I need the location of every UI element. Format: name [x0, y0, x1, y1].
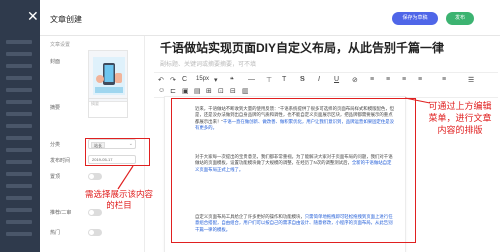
cover-image-upload[interactable] — [88, 50, 128, 102]
quote-icon[interactable]: ❝ — [230, 76, 234, 84]
image-icon[interactable]: ▣ — [182, 87, 189, 95]
divider-icon[interactable]: — — [248, 76, 255, 83]
sidebar-item[interactable] — [6, 136, 32, 140]
underline-icon[interactable]: U — [334, 76, 339, 83]
list-icon[interactable]: ☰ — [468, 76, 474, 84]
category-annotation-box — [85, 138, 150, 166]
publish-button[interactable]: 发布 — [446, 12, 474, 25]
heading-icon[interactable]: ⊤ — [266, 76, 272, 84]
top-toggle[interactable] — [88, 173, 102, 180]
sidebar-item[interactable] — [6, 112, 32, 116]
sidebar-item[interactable] — [6, 220, 32, 224]
sidebar-item[interactable] — [6, 88, 32, 92]
emoji-icon[interactable]: ☺ — [158, 87, 165, 94]
publish-time-label: 发布时间 — [50, 158, 71, 164]
modal-title: 文章创建 — [50, 15, 82, 24]
hot-label: 热门 — [50, 230, 61, 236]
color-icon[interactable]: ⊘ — [352, 76, 358, 84]
table-icon[interactable]: ⊞ — [206, 87, 212, 95]
align-justify-icon[interactable]: ≡ — [418, 76, 422, 83]
source-icon[interactable]: ▥ — [242, 87, 249, 95]
sidebar-item[interactable] — [6, 172, 32, 176]
sidebar-item[interactable] — [6, 148, 32, 152]
sidebar-item[interactable] — [6, 100, 32, 104]
admin-sidebar — [0, 0, 40, 252]
editor-annotation-box — [171, 98, 416, 243]
font-size-chevron-icon[interactable]: ▾ — [214, 76, 218, 84]
sidebar-item[interactable] — [6, 40, 32, 44]
redo-icon[interactable]: ↷ — [170, 76, 176, 84]
indent-icon[interactable]: ≡ — [442, 76, 446, 83]
cover-label: 封面 — [50, 59, 61, 65]
sidebar-item[interactable] — [6, 208, 32, 212]
article-subtitle-input[interactable]: 副标题、关键词或摘要摘要，可不填 — [160, 59, 256, 68]
top-label: 置顶 — [50, 174, 61, 180]
undo-icon[interactable]: ↶ — [158, 76, 164, 84]
category-label: 分类 — [50, 142, 61, 148]
close-icon[interactable]: ✕ — [27, 9, 39, 23]
align-left-icon[interactable]: ≡ — [370, 76, 374, 83]
sidebar-item[interactable] — [6, 124, 32, 128]
clear-format-icon[interactable]: C — [182, 76, 187, 83]
italic-icon[interactable]: I — [318, 76, 320, 83]
category-annotation-note: 需选择展示该内容的栏目 — [84, 190, 153, 211]
fullscreen-icon[interactable]: ⊟ — [230, 87, 236, 95]
editor-annotation-note: 可通过上方编辑菜单，进行文章内容的排版 — [428, 102, 492, 136]
sidebar-item[interactable] — [6, 232, 32, 236]
text-icon[interactable]: T — [282, 76, 286, 83]
sidebar-item[interactable] — [6, 64, 32, 68]
modal-header: 文章创建 保存为草稿 发布 — [40, 0, 500, 36]
editor-toolbar: ↶ ↷ C 15px ▾ ❝ — ⊤ T 𝐒 I U ⊘ ≡ ≡ ≡ ≡ ≡ ☰… — [154, 72, 498, 98]
link-icon[interactable]: ⊏ — [170, 87, 176, 95]
sidebar-item[interactable] — [6, 196, 32, 200]
sidebar-item[interactable] — [6, 52, 32, 56]
align-center-icon[interactable]: ≡ — [386, 76, 390, 83]
sidebar-item[interactable] — [6, 76, 32, 80]
video-icon[interactable]: ▤ — [194, 87, 201, 95]
summary-label: 摘要 — [50, 105, 61, 111]
save-draft-button[interactable]: 保存为草稿 — [392, 12, 438, 25]
article-title-input[interactable]: 千语做站实现页面DIY自定义布局，从此告别千篇一律 — [160, 39, 444, 56]
sidebar-item[interactable] — [6, 160, 32, 164]
strike-icon[interactable]: 𝐒 — [300, 76, 305, 84]
hot-toggle[interactable] — [88, 229, 102, 236]
font-size-select[interactable]: 15px — [196, 76, 209, 82]
sidebar-item[interactable] — [6, 184, 32, 188]
code-icon[interactable]: ⊡ — [218, 87, 224, 95]
align-right-icon[interactable]: ≡ — [402, 76, 406, 83]
summary-input[interactable]: 摘要 — [88, 98, 128, 118]
recommend-label: 推荐/二审 — [50, 210, 72, 216]
cover-image — [93, 57, 125, 95]
settings-section-title: 文章设置 — [50, 42, 71, 48]
